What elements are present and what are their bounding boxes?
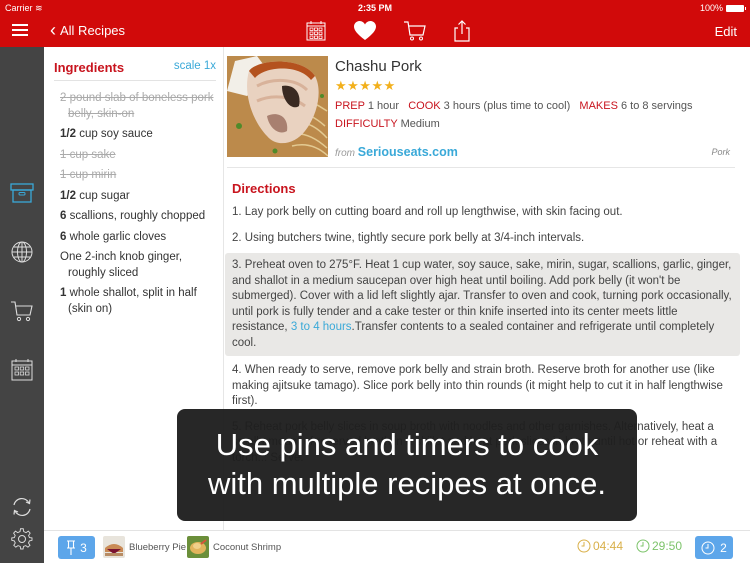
ingredient-item[interactable]: 1/2 cup sugar <box>60 189 218 205</box>
ingredient-item[interactable]: One 2-inch knob ginger, roughly sliced <box>60 250 218 281</box>
shopping-cart-icon[interactable] <box>9 298 35 324</box>
ingredient-quantity: 1/2 <box>60 189 76 202</box>
from-label: from <box>335 148 355 159</box>
nav-bar: ‹ All Recipes Edit <box>0 16 750 47</box>
ingredient-text: whole garlic cloves <box>66 230 167 243</box>
timer-value: 29:50 <box>652 539 683 553</box>
ingredient-text: cup sugar <box>76 189 130 202</box>
recipe-category: Pork <box>711 147 730 157</box>
rating-stars[interactable]: ★★★★★ <box>335 78 396 94</box>
ingredient-item[interactable]: 1 whole shallot, split in half (skin on) <box>60 286 218 317</box>
divider <box>227 167 735 168</box>
caption-line: with multiple recipes at once. <box>207 466 607 501</box>
clock-icon <box>701 541 715 554</box>
prep-value: 1 hour <box>367 100 400 112</box>
promo-caption-overlay: Use pins and timers to cook with multipl… <box>177 409 637 521</box>
chevron-left-icon: ‹ <box>50 20 56 40</box>
sync-icon[interactable] <box>9 494 35 520</box>
meal-planner-calendar-icon[interactable] <box>9 357 35 383</box>
direction-step[interactable]: 4. When ready to serve, remove pork bell… <box>225 360 740 413</box>
ingredient-text: cup mirin <box>66 169 117 181</box>
recipe-source: from Seriouseats.com <box>335 145 458 159</box>
difficulty-value: Medium <box>400 118 440 130</box>
recipe-title: Chashu Pork <box>335 58 422 75</box>
coconut-shrimp-thumbnail <box>187 536 209 558</box>
clock-icon <box>636 539 650 553</box>
direction-step[interactable]: 2. Using butchers twine, tightly secure … <box>225 228 740 250</box>
ingredients-title: Ingredients <box>54 60 125 75</box>
caption-line: Use pins and timers to cook <box>215 427 599 462</box>
timers-button[interactable]: 2 <box>695 536 733 559</box>
cook-label: COOK <box>408 100 441 112</box>
heart-icon[interactable] <box>353 20 377 42</box>
settings-gear-icon[interactable] <box>9 526 35 552</box>
directions-title: Directions <box>232 181 296 196</box>
pinned-recipe-name: Coconut Shrimp <box>213 541 282 553</box>
clock-icon <box>577 539 591 553</box>
calendar-icon[interactable] <box>304 20 328 42</box>
difficulty-label: DIFFICULTY <box>335 118 398 130</box>
ingredient-item[interactable]: 2 pound slab of boneless pork belly, ski… <box>60 91 218 122</box>
makes-value: 6 to 8 servings <box>620 100 693 112</box>
ingredient-text: scallions, roughly chopped <box>66 210 206 222</box>
back-label: All Recipes <box>60 22 126 38</box>
edit-button[interactable]: Edit <box>715 24 737 39</box>
direction-step-active[interactable]: 3. Preheat oven to 275°F. Heat 1 cup wat… <box>225 253 740 356</box>
cook-value: 3 hours (plus time to cool) <box>443 100 571 112</box>
recipe-photo[interactable] <box>227 56 328 157</box>
prep-label: PREP <box>335 100 365 112</box>
pin-icon <box>67 540 76 555</box>
ingredient-item[interactable]: 6 scallions, roughly chopped <box>60 209 218 225</box>
source-link[interactable]: Seriouseats.com <box>358 145 458 159</box>
pinned-recipe[interactable]: Coconut Shrimp <box>187 536 281 558</box>
status-time: 2:35 PM <box>357 3 392 13</box>
scale-button[interactable]: scale 1x <box>174 60 216 72</box>
timer[interactable]: 04:44 <box>577 539 623 553</box>
battery-label: 100% <box>699 3 723 13</box>
status-bar: Carrier ≋ 2:35 PM 100% <box>0 0 750 16</box>
share-icon[interactable] <box>450 20 474 42</box>
battery-icon <box>726 4 746 12</box>
timer-value: 04:44 <box>593 539 624 553</box>
ingredient-text: pound slab of boneless pork belly, skin-… <box>66 92 214 120</box>
ingredient-quantity: 1/2 <box>60 128 76 140</box>
battery-status: 100% <box>699 3 746 13</box>
globe-icon[interactable] <box>9 239 35 265</box>
recipe-difficulty: DIFFICULTY Medium <box>335 118 440 130</box>
ingredient-text: One 2-inch knob ginger, roughly sliced <box>60 251 183 279</box>
ingredient-item[interactable]: 1/2 cup soy sauce <box>60 127 218 143</box>
menu-icon[interactable] <box>12 24 28 38</box>
blueberry-pie-thumbnail <box>103 536 125 558</box>
ingredient-text: cup soy sauce <box>76 128 153 140</box>
ingredients-header: Ingredients scale 1x <box>54 59 216 81</box>
timer[interactable]: 29:50 <box>636 539 682 553</box>
ingredient-item[interactable]: 1 cup mirin <box>60 168 218 184</box>
makes-label: MAKES <box>579 100 618 112</box>
recipe-box-icon[interactable] <box>9 180 35 206</box>
bottom-bar: 3 Blueberry Pie Coconut Shrimp 04:44 29:… <box>44 530 750 563</box>
pinned-recipe[interactable]: Blueberry Pie <box>103 536 186 558</box>
recipe-times: PREP 1 hour COOK 3 hours (plus time to c… <box>335 100 693 112</box>
direction-step[interactable]: 1. Lay pork belly on cutting board and r… <box>225 202 740 224</box>
timer-link[interactable]: 3 to 4 hours <box>291 321 352 333</box>
ingredient-item[interactable]: 1 cup sake <box>60 148 218 164</box>
sidebar <box>0 47 44 563</box>
ingredient-item[interactable]: 6 whole garlic cloves <box>60 230 218 246</box>
ingredients-list: 2 pound slab of boneless pork belly, ski… <box>60 91 218 322</box>
ingredient-text: whole shallot, split in half (skin on) <box>66 287 197 315</box>
cart-icon[interactable] <box>403 20 427 42</box>
ingredient-text: cup sake <box>66 148 116 161</box>
pin-count: 3 <box>80 540 87 555</box>
pins-button[interactable]: 3 <box>58 536 95 559</box>
timer-count: 2 <box>720 540 727 555</box>
back-button[interactable]: ‹ All Recipes <box>50 20 126 40</box>
pinned-recipe-name: Blueberry Pie <box>129 541 187 553</box>
